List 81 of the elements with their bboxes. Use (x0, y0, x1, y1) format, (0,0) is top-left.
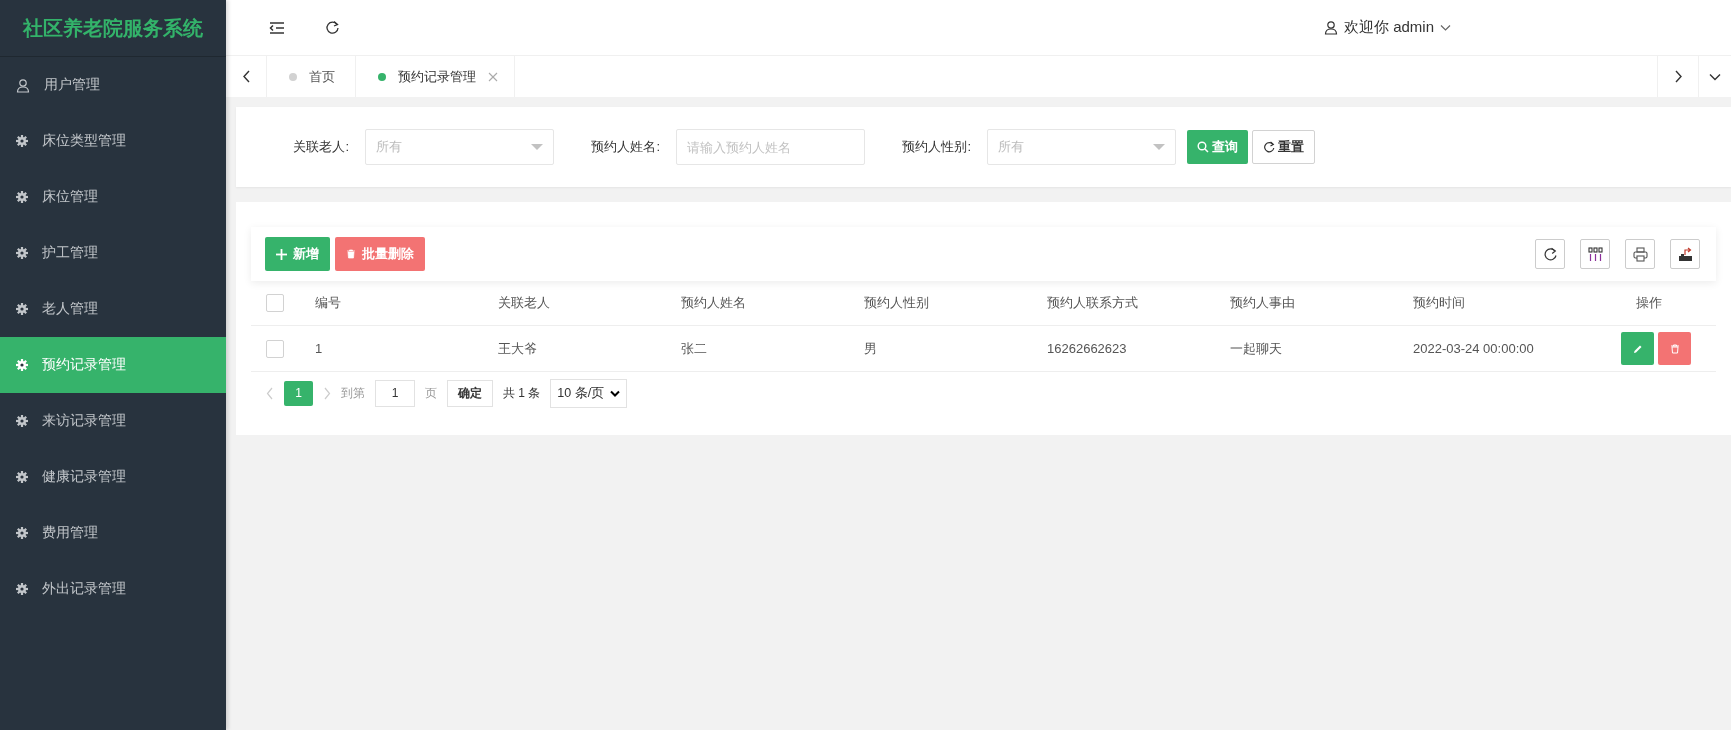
user-menu[interactable]: 欢迎你 admin (1323, 18, 1451, 37)
filter-label: 关联老人: (292, 138, 350, 156)
chevron-down-icon (1709, 72, 1721, 81)
checkbox[interactable] (266, 339, 284, 358)
sidebar-item[interactable]: 费用管理 (0, 505, 226, 561)
table-cell: 16262662623 (1047, 341, 1127, 356)
checkbox[interactable] (266, 294, 284, 312)
column-header: 操作 (1635, 294, 1662, 312)
gear-icon (16, 583, 28, 595)
sidebar-item[interactable]: 护工管理 (0, 225, 226, 281)
columns-icon (1587, 246, 1603, 262)
gear-icon (16, 303, 28, 315)
gear-icon (16, 527, 28, 539)
total-count: 共 1 条 (503, 384, 541, 402)
confirm-button[interactable]: 确定 (447, 379, 493, 407)
trash-icon (1669, 343, 1680, 354)
edit-button[interactable] (1621, 332, 1654, 365)
next-page-icon[interactable] (323, 386, 331, 400)
goto-label: 到第 (341, 384, 365, 402)
gear-icon (16, 471, 28, 483)
user-greeting: 欢迎你 admin (1343, 18, 1434, 37)
menu-icon[interactable] (269, 20, 285, 35)
select-placeholder: 所有 (376, 138, 402, 156)
filter-label: 预约人性别: (901, 138, 972, 156)
chevron-left-icon (241, 70, 251, 83)
column-header: 预约人事由 (1230, 294, 1295, 312)
trash-icon (346, 249, 356, 259)
reset-button[interactable]: 重置 (1252, 130, 1315, 164)
close-icon[interactable] (488, 71, 498, 82)
page-tab[interactable]: 首页 (267, 56, 356, 97)
table-cell: 2022-03-24 00:00:00 (1413, 341, 1534, 356)
search-icon (1197, 141, 1209, 153)
table-cell: 1 (315, 341, 323, 356)
print-button[interactable] (1625, 239, 1655, 269)
dropdown-arrow-icon (531, 144, 543, 150)
sidebar-item[interactable]: 健康记录管理 (0, 449, 226, 505)
gear-icon (16, 359, 28, 371)
user-icon (16, 77, 30, 93)
chevron-down-icon (610, 389, 621, 397)
column-header: 关联老人 (498, 294, 550, 312)
column-header: 预约人性别 (864, 294, 929, 312)
filter-label: 预约人姓名: (590, 138, 661, 156)
gear-icon (16, 135, 28, 147)
export-button[interactable] (1670, 239, 1700, 269)
gear-icon (16, 191, 28, 203)
page-input[interactable]: 1 (375, 379, 415, 407)
page-tab[interactable]: 预约记录管理 (356, 56, 515, 97)
sidebar-item[interactable]: 用户管理 (0, 57, 226, 113)
column-header: 预约人联系方式 (1047, 294, 1138, 312)
chevron-right-icon (1673, 70, 1683, 83)
table-cell: 一起聊天 (1230, 339, 1282, 358)
chevron-down-icon (1440, 23, 1451, 32)
pencil-icon (1632, 343, 1643, 354)
columns-button[interactable] (1580, 239, 1610, 269)
print-icon (1632, 246, 1648, 262)
sidebar-item[interactable]: 床位管理 (0, 169, 226, 225)
page-unit: 页 (425, 384, 437, 402)
previous-page-icon[interactable] (266, 386, 274, 400)
reset-icon (1263, 141, 1275, 153)
refresh-icon (1542, 246, 1558, 262)
gear-icon (16, 415, 28, 427)
page-size-select[interactable]: 10 条/页 (550, 378, 628, 408)
plus-icon (276, 248, 287, 260)
column-header: 编号 (315, 294, 341, 312)
sidebar-item[interactable]: 外出记录管理 (0, 561, 226, 617)
sidebar-item[interactable]: 老人管理 (0, 281, 226, 337)
column-header: 预约时间 (1413, 294, 1465, 312)
user-icon (1323, 20, 1338, 35)
table-cell: 张二 (681, 339, 707, 358)
table-cell: 男 (864, 339, 877, 358)
refresh-button[interactable] (1535, 239, 1565, 269)
delete-button[interactable] (1658, 332, 1691, 365)
column-header: 预约人姓名 (681, 294, 746, 312)
table-cell: 王大爷 (498, 339, 537, 358)
refresh-icon[interactable] (324, 20, 340, 35)
export-icon (1677, 246, 1693, 262)
sidebar-item[interactable]: 来访记录管理 (0, 393, 226, 449)
select-placeholder: 所有 (998, 138, 1024, 156)
gear-icon (16, 247, 28, 259)
dropdown-arrow-icon (1153, 144, 1165, 150)
sidebar-item[interactable]: 床位类型管理 (0, 113, 226, 169)
